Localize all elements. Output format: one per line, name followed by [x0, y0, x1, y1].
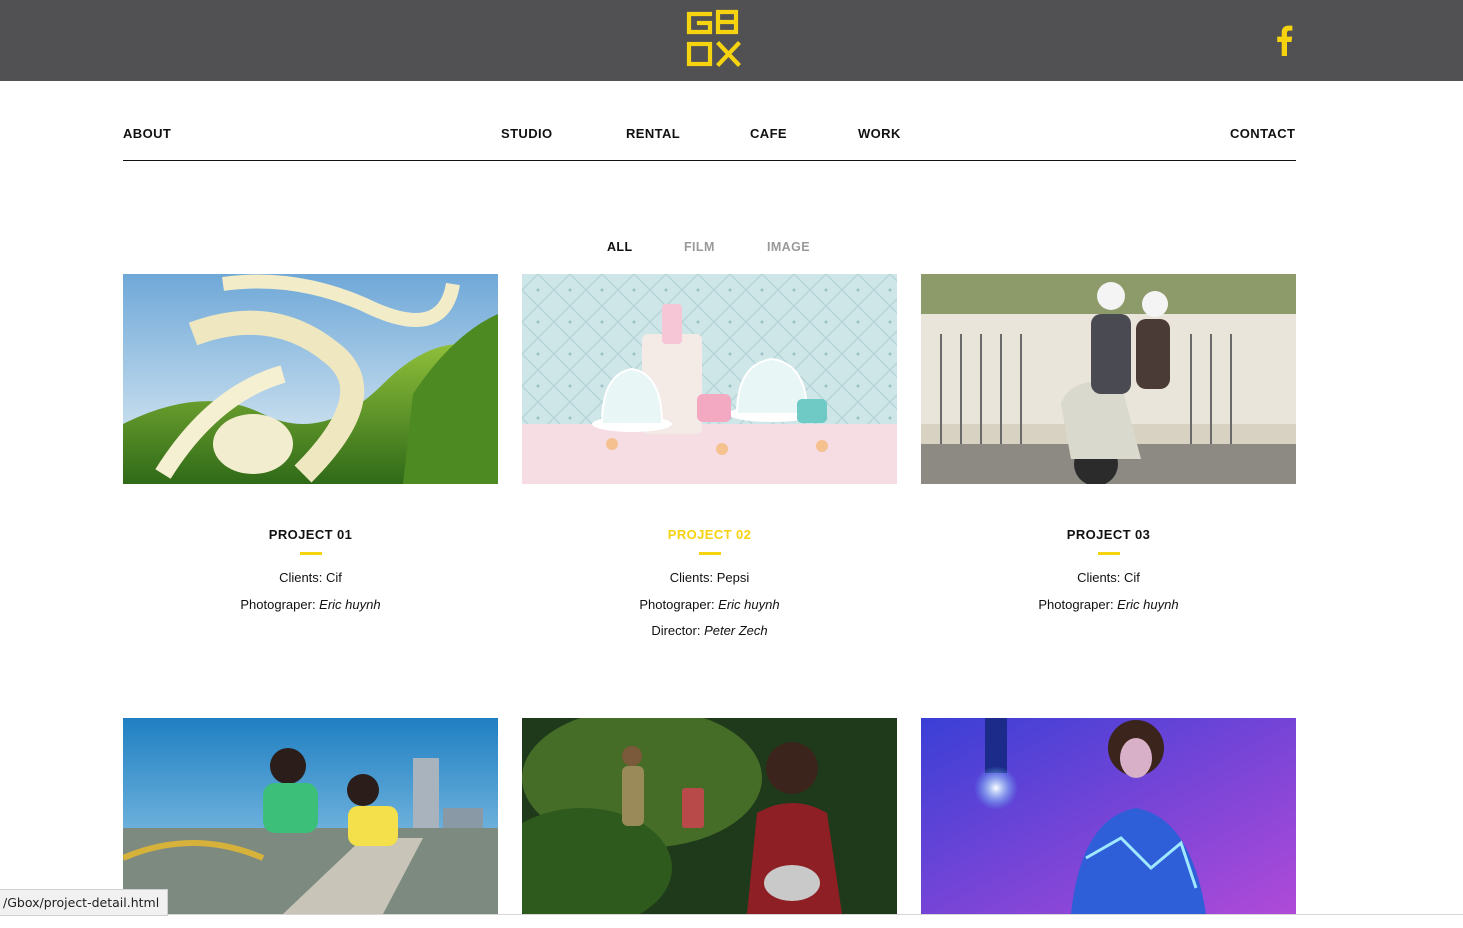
project-thumbnail[interactable]	[522, 274, 897, 484]
project-card[interactable]	[522, 718, 897, 914]
project-clients: Clients: Cif	[1077, 570, 1140, 585]
nav-rental[interactable]: RENTAL	[626, 126, 680, 141]
project-thumbnail[interactable]	[921, 274, 1296, 484]
filter-image[interactable]: IMAGE	[767, 240, 810, 254]
nav-studio[interactable]: STUDIO	[501, 126, 553, 141]
project-photographer: Photograper: Eric huynh	[1038, 596, 1179, 612]
project-card[interactable]: PROJECT 03 Clients: Cif Photograper: Eri…	[921, 274, 1296, 618]
nav-work[interactable]: WORK	[858, 126, 901, 141]
nav-cafe[interactable]: CAFE	[750, 126, 787, 141]
filter-all[interactable]: ALL	[607, 240, 633, 254]
main-nav: ABOUT STUDIO RENTAL CAFE WORK CONTACT	[123, 120, 1296, 161]
project-photographer: Photograper: Eric huynh	[240, 596, 381, 612]
page-bottom-edge	[0, 914, 1463, 928]
project-director: Director: Peter Zech	[651, 623, 768, 638]
top-bar	[0, 0, 1463, 81]
project-photographer: Photograper: Eric huynh	[639, 596, 780, 612]
project-title[interactable]: PROJECT 01	[123, 527, 498, 542]
project-card[interactable]: PROJECT 01 Clients: Cif Photograper: Eri…	[123, 274, 498, 618]
project-card[interactable]	[123, 718, 498, 914]
project-card[interactable]	[921, 718, 1296, 914]
project-clients: Clients: Pepsi	[669, 570, 750, 585]
project-card[interactable]: PROJECT 02 Clients: Pepsi Photograper: E…	[522, 274, 897, 645]
project-thumbnail[interactable]	[921, 718, 1296, 914]
gbox-logo[interactable]	[686, 9, 742, 67]
status-url: /Gbox/project-detail.html	[0, 889, 169, 916]
title-underline	[299, 552, 322, 555]
nav-contact[interactable]: CONTACT	[1230, 126, 1295, 141]
project-thumbnail[interactable]	[522, 718, 897, 914]
project-thumbnail[interactable]	[123, 718, 498, 914]
filter-film[interactable]: FILM	[684, 240, 715, 254]
project-title[interactable]: PROJECT 02	[522, 527, 897, 542]
nav-about[interactable]: ABOUT	[123, 126, 171, 141]
facebook-icon[interactable]	[1274, 24, 1294, 56]
project-thumbnail[interactable]	[123, 274, 498, 484]
project-clients: Clients: Cif	[279, 570, 342, 585]
project-title[interactable]: PROJECT 03	[921, 527, 1296, 542]
title-underline	[1097, 552, 1120, 555]
title-underline	[698, 552, 721, 555]
